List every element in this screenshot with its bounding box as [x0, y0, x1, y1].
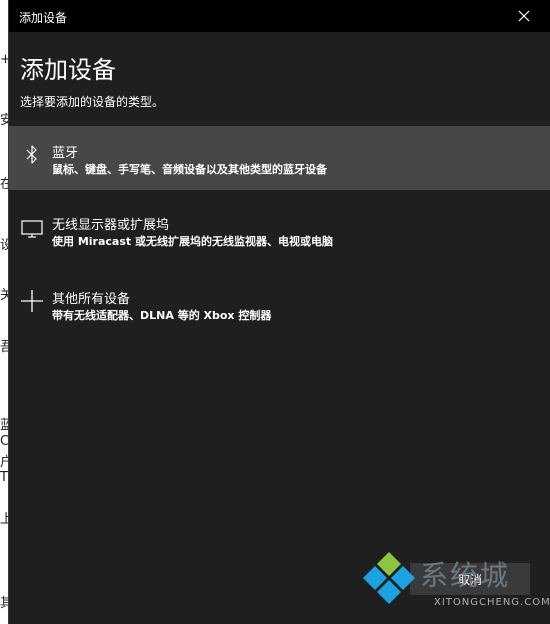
option-wireless-display[interactable]: 无线显示器或扩展坞 使用 Miracast 或无线扩展坞的无线监视器、电视或电脑	[9, 198, 550, 262]
background-fragment: T	[0, 470, 8, 485]
option-bluetooth[interactable]: 蓝牙 鼠标、键盘、手写笔、音频设备以及其他类型的蓝牙设备	[9, 126, 550, 190]
option-description: 鼠标、键盘、手写笔、音频设备以及其他类型的蓝牙设备	[52, 163, 327, 176]
close-button[interactable]	[514, 6, 534, 26]
monitor-icon	[19, 214, 45, 240]
page-subtitle: 选择要添加的设备的类型。	[20, 95, 165, 109]
add-device-dialog: 添加设备 添加设备 选择要添加的设备的类型。 蓝牙 鼠标、键盘、手写笔、音频设备…	[8, 0, 550, 624]
watermark-logo-icon	[363, 552, 415, 604]
title-bar: 添加设备	[9, 0, 550, 32]
option-description: 使用 Miracast 或无线扩展坞的无线监视器、电视或电脑	[52, 235, 333, 248]
option-description: 带有无线适配器、DLNA 等的 Xbox 控制器	[52, 309, 272, 322]
option-title: 其他所有设备	[52, 292, 131, 307]
close-icon	[518, 10, 530, 22]
watermark-subtext: XITONGCHENG.COM	[434, 597, 550, 608]
bluetooth-icon	[19, 142, 45, 168]
page-title: 添加设备	[20, 56, 116, 84]
option-title: 无线显示器或扩展坞	[52, 218, 170, 233]
watermark-text: 系统城	[420, 559, 511, 592]
option-title: 蓝牙	[52, 146, 79, 161]
window-title: 添加设备	[19, 11, 68, 25]
watermark: 系统城 XITONGCHENG.COM	[358, 548, 550, 618]
option-everything-else[interactable]: 其他所有设备 带有无线适配器、DLNA 等的 Xbox 控制器	[9, 272, 550, 336]
plus-icon	[19, 288, 45, 314]
